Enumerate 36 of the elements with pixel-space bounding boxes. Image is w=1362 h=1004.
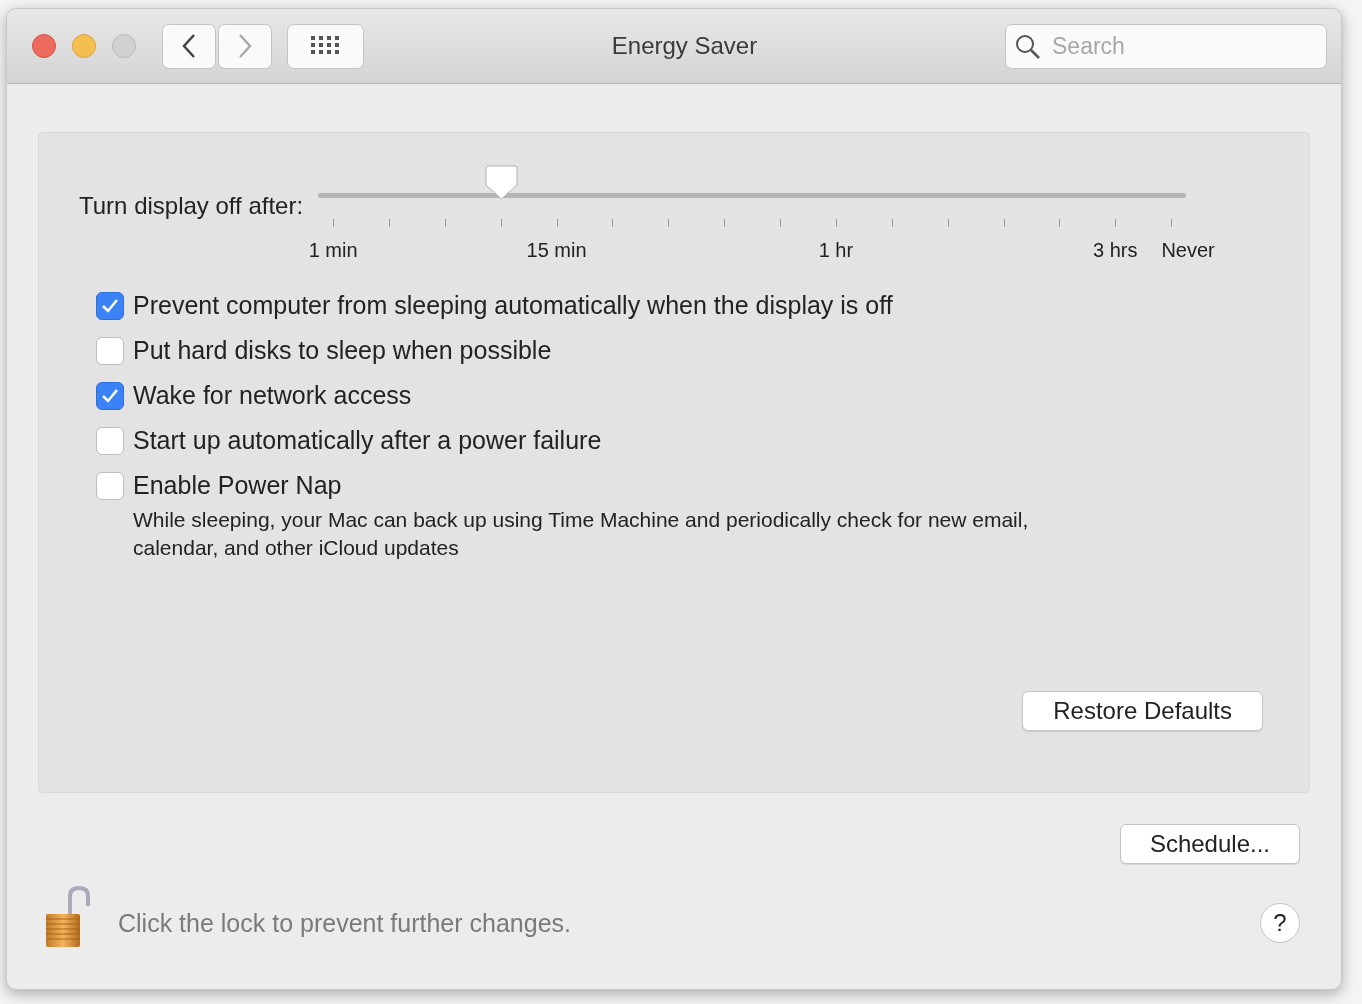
search-field[interactable]: Search [1005,23,1327,69]
chevron-right-icon [237,33,253,59]
tick-label: 3 hrs [1093,239,1138,262]
zoom-button[interactable] [112,34,136,58]
restore-defaults-button[interactable]: Restore Defaults [1022,691,1263,731]
checkbox[interactable] [96,471,124,500]
checkbox-label: Prevent computer from sleeping automatically when the display is off [133,291,893,320]
schedule-button[interactable]: Schedule... [1119,824,1300,864]
help-button[interactable]: ? [1260,903,1300,943]
tick-label: 15 min [526,239,587,262]
show-all-button[interactable] [287,23,364,69]
option-description: While sleeping, your Mac can back up using Time Machine and periodically check for new email, calendar, and other iCloud updates [133,507,1030,561]
tick-label: 1 min [308,239,358,262]
checkbox-label: Wake for network access [133,381,412,410]
slider-thumb[interactable] [484,165,518,201]
checkbox-label: Put hard disks to sleep when possible [133,336,552,365]
checkmark-icon [101,387,119,404]
checkbox[interactable] [96,426,124,455]
checkmark-icon [101,297,119,314]
minimize-button[interactable] [72,34,96,58]
tick-label: 1 hr [818,239,854,262]
checkbox[interactable] [96,291,124,320]
checkbox[interactable] [96,381,124,410]
checkbox-label: Enable Power Nap [133,471,342,500]
search-icon [1015,33,1041,60]
window-title: Energy Saver [610,32,759,60]
checkbox-label: Start up automatically after a power failure [133,426,602,455]
checkbox[interactable] [96,336,124,365]
close-button[interactable] [32,34,56,58]
back-button[interactable] [162,23,216,69]
lock-message: Click the lock to prevent further changes. [118,908,572,938]
tick-label: Never [1161,239,1215,262]
slider-label: Turn display off after: [79,192,304,220]
chevron-left-icon [181,33,197,59]
display-sleep-slider[interactable]: 1 min 15 min 1 hr 3 hrs Never [303,165,1234,265]
grid-icon [310,36,341,56]
